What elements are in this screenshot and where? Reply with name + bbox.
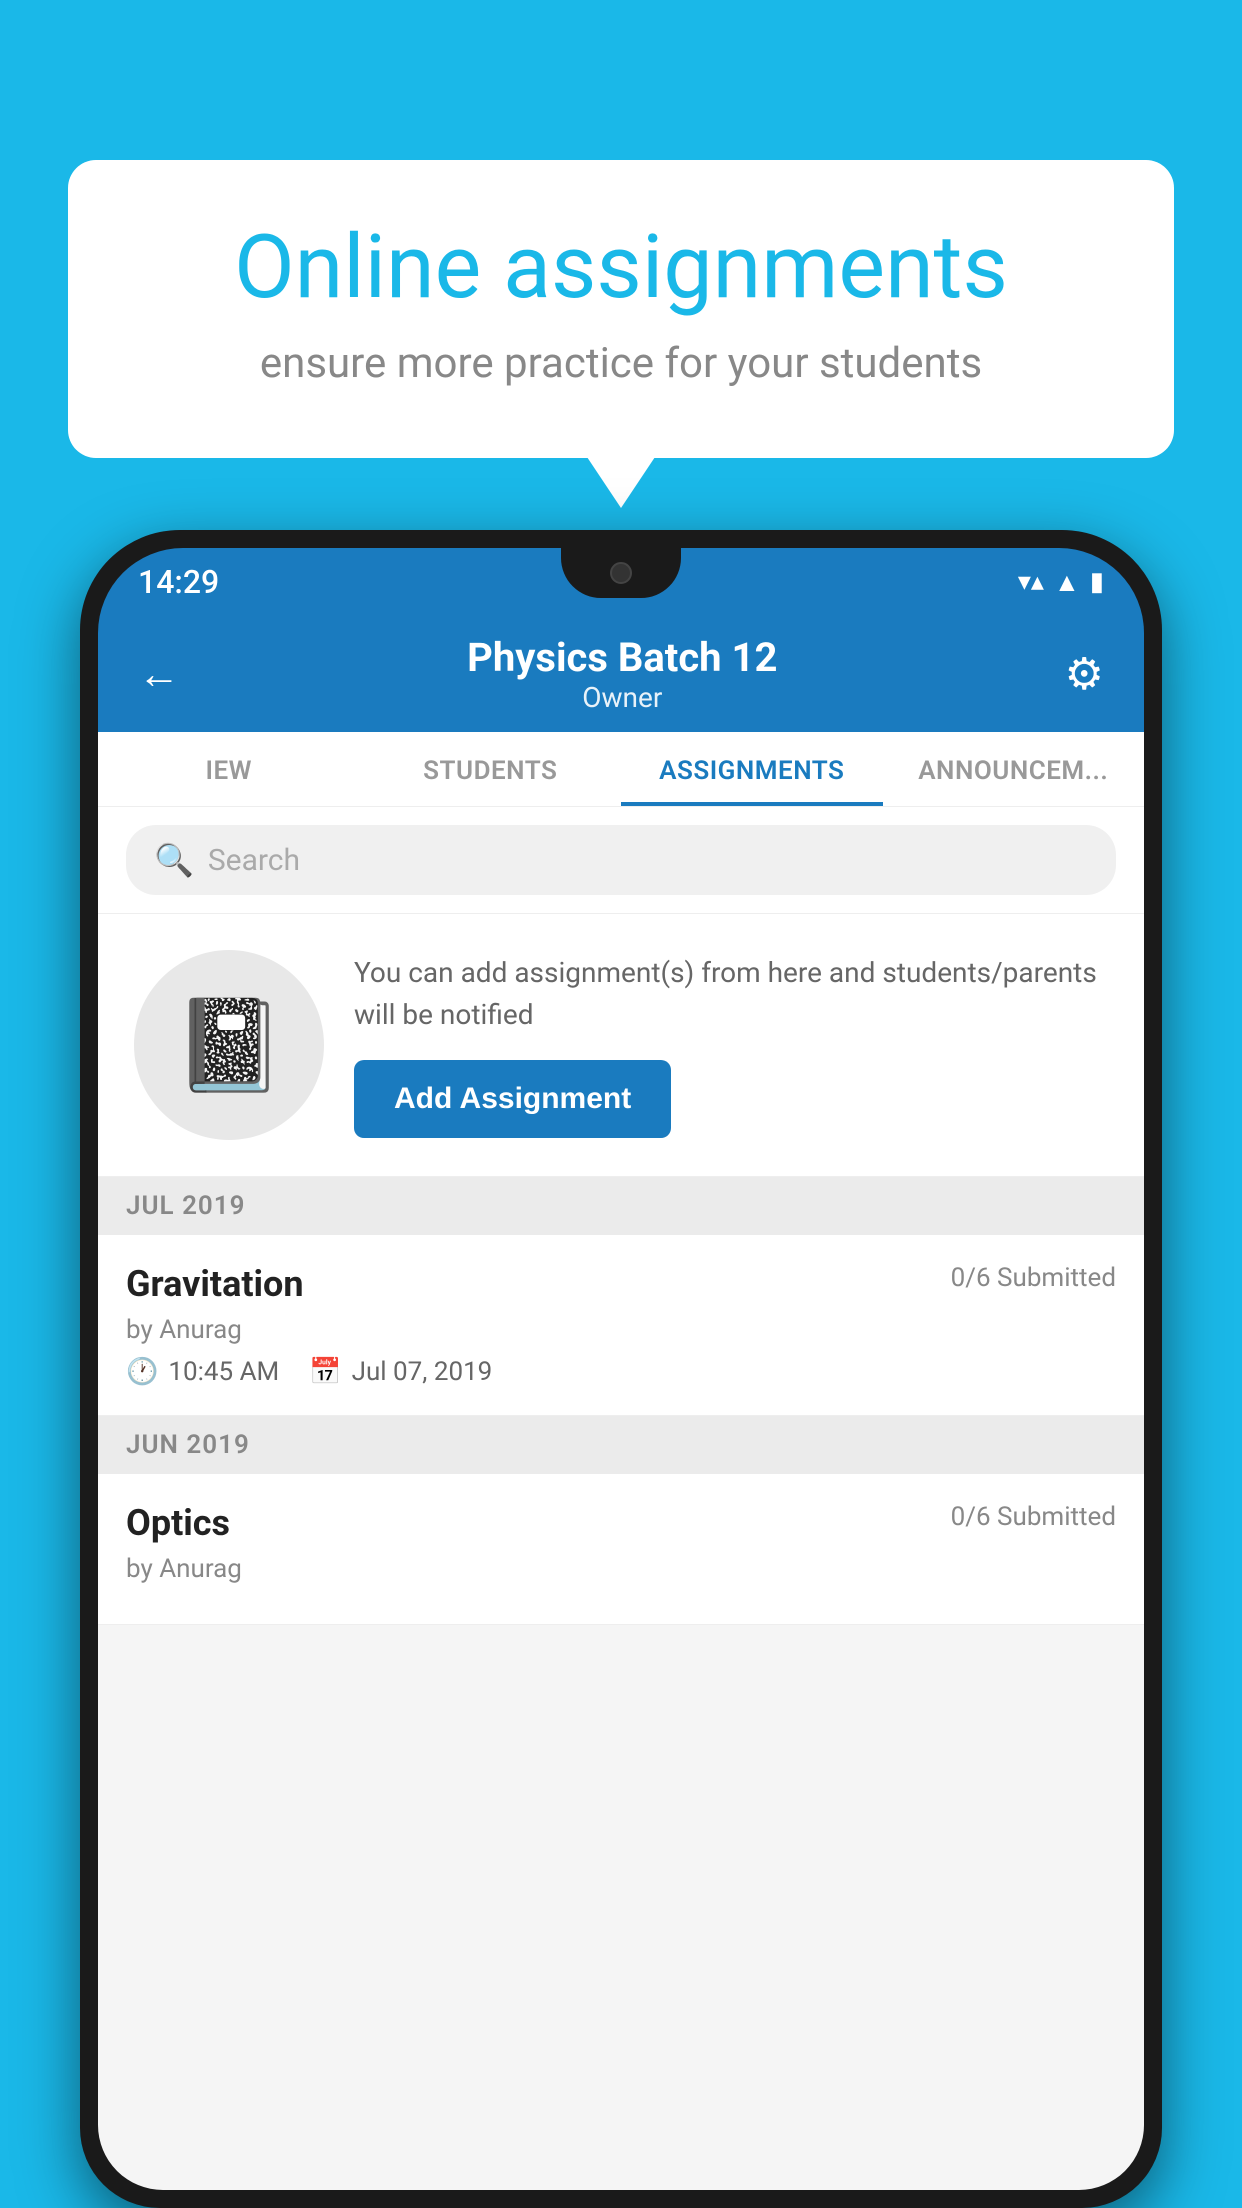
tab-announcements[interactable]: ANNOUNCEM... <box>883 732 1145 806</box>
notebook-icon: 📓 <box>173 993 285 1098</box>
month-section-jun: JUN 2019 <box>98 1416 1144 1474</box>
add-assignment-button[interactable]: Add Assignment <box>354 1060 671 1138</box>
assignment-prompt: 📓 You can add assignment(s) from here an… <box>98 914 1144 1177</box>
speech-bubble-title: Online assignments <box>148 220 1094 317</box>
month-label-jun: JUN 2019 <box>126 1430 250 1460</box>
assignment-header: Gravitation 0/6 Submitted <box>126 1263 1116 1305</box>
assignment-author: by Anurag <box>126 1315 1116 1345</box>
clock-icon: 🕐 <box>126 1357 158 1387</box>
app-header: ← Physics Batch 12 Owner ⚙ <box>98 616 1144 732</box>
assignment-date: 📅 Jul 07, 2019 <box>309 1357 492 1387</box>
assignment-details: 🕐 10:45 AM 📅 Jul 07, 2019 <box>126 1357 1116 1387</box>
search-input-wrapper[interactable]: 🔍 Search <box>126 825 1116 895</box>
assignment-name-optics: Optics <box>126 1502 230 1544</box>
status-time: 14:29 <box>138 563 219 601</box>
assignment-time: 🕐 10:45 AM <box>126 1357 279 1387</box>
search-container: 🔍 Search <box>98 807 1144 914</box>
speech-bubble-container: Online assignments ensure more practice … <box>68 160 1174 458</box>
tab-bar: IEW STUDENTS ASSIGNMENTS ANNOUNCEM... <box>98 732 1144 807</box>
app-content: 🔍 Search 📓 You can add assignment(s) fro… <box>98 807 1144 2190</box>
status-icons: ▾▴ ▲ ▮ <box>1018 567 1104 598</box>
assignment-header-optics: Optics 0/6 Submitted <box>126 1502 1116 1544</box>
phone-screen: 14:29 ▾▴ ▲ ▮ ← Physics Batch 12 Owner ⚙ … <box>98 548 1144 2190</box>
speech-bubble-subtitle: ensure more practice for your students <box>148 339 1094 388</box>
month-section-jul: JUL 2019 <box>98 1177 1144 1235</box>
tab-students[interactable]: STUDENTS <box>360 732 622 806</box>
assignment-prompt-text: You can add assignment(s) from here and … <box>354 952 1108 1036</box>
status-bar: 14:29 ▾▴ ▲ ▮ <box>98 548 1144 616</box>
settings-icon[interactable]: ⚙ <box>1065 648 1104 700</box>
assignment-item-gravitation[interactable]: Gravitation 0/6 Submitted by Anurag 🕐 10… <box>98 1235 1144 1416</box>
assignment-prompt-right: You can add assignment(s) from here and … <box>354 952 1108 1138</box>
search-placeholder: Search <box>208 843 300 878</box>
search-icon: 🔍 <box>154 841 194 879</box>
tab-assignments[interactable]: ASSIGNMENTS <box>621 732 883 806</box>
assignment-item-optics[interactable]: Optics 0/6 Submitted by Anurag <box>98 1474 1144 1625</box>
header-title-group: Physics Batch 12 Owner <box>180 634 1065 714</box>
signal-icon: ▲ <box>1054 567 1080 598</box>
month-label-jul: JUL 2019 <box>126 1191 246 1221</box>
speech-bubble: Online assignments ensure more practice … <box>68 160 1174 458</box>
notch-camera <box>610 562 632 584</box>
calendar-icon: 📅 <box>309 1357 341 1387</box>
wifi-icon: ▾▴ <box>1018 567 1044 597</box>
header-subtitle: Owner <box>180 681 1065 714</box>
tab-iew[interactable]: IEW <box>98 732 360 806</box>
assignment-name: Gravitation <box>126 1263 304 1305</box>
phone-frame: 14:29 ▾▴ ▲ ▮ ← Physics Batch 12 Owner ⚙ … <box>80 530 1162 2208</box>
assignment-author-optics: by Anurag <box>126 1554 1116 1584</box>
back-button[interactable]: ← <box>138 650 180 699</box>
notch <box>561 548 681 598</box>
assignment-submitted-optics: 0/6 Submitted <box>951 1502 1116 1532</box>
header-title: Physics Batch 12 <box>180 634 1065 681</box>
assignment-submitted: 0/6 Submitted <box>951 1263 1116 1293</box>
assignment-icon-circle: 📓 <box>134 950 324 1140</box>
battery-icon: ▮ <box>1090 567 1104 597</box>
